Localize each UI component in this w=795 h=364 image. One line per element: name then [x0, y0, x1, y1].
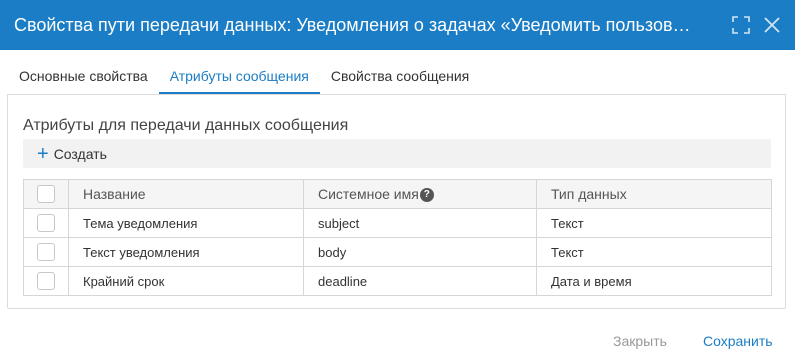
- create-label: Создать: [53, 146, 107, 162]
- column-header-type[interactable]: Тип данных: [536, 179, 772, 209]
- attributes-panel: Атрибуты для передачи данных сообщения +…: [7, 94, 786, 309]
- cell-system-name: subject: [303, 208, 537, 238]
- help-icon[interactable]: ?: [419, 188, 434, 203]
- column-header-system-name[interactable]: Системное имя?: [303, 179, 537, 209]
- tab-main-properties[interactable]: Основные свойства: [8, 62, 159, 94]
- create-button[interactable]: + Создать: [37, 144, 107, 164]
- window-controls: [730, 14, 783, 36]
- row-checkbox-cell: [23, 237, 69, 267]
- close-button[interactable]: Закрыть: [613, 333, 667, 349]
- tab-message-attributes[interactable]: Атрибуты сообщения: [158, 62, 320, 94]
- save-button[interactable]: Сохранить: [703, 333, 773, 349]
- select-all-cell: [23, 179, 69, 209]
- cell-name: Крайний срок: [68, 266, 304, 296]
- cell-type: Текст: [536, 237, 772, 267]
- cell-name: Тема уведомления: [68, 208, 304, 238]
- row-checkbox[interactable]: [37, 214, 55, 232]
- section-title: Атрибуты для передачи данных сообщения: [23, 117, 349, 134]
- table-row[interactable]: Тема уведомления subject Текст: [23, 208, 772, 238]
- row-checkbox[interactable]: [37, 272, 55, 290]
- tab-message-properties[interactable]: Свойства сообщения: [320, 62, 480, 94]
- column-header-system-name-label: Системное имя: [318, 185, 419, 202]
- tab-bar: Основные свойства Атрибуты сообщения Сво…: [8, 62, 787, 94]
- attributes-table: Название Системное имя? Тип данных Тема …: [23, 179, 772, 296]
- expand-icon[interactable]: [730, 14, 752, 36]
- dialog-title: Свойства пути передачи данных: Уведомлен…: [14, 15, 691, 35]
- table-header-row: Название Системное имя? Тип данных: [23, 179, 772, 209]
- cell-type: Текст: [536, 208, 772, 238]
- cell-type: Дата и время: [536, 266, 772, 296]
- column-header-name[interactable]: Название: [68, 179, 304, 209]
- row-checkbox-cell: [23, 208, 69, 238]
- select-all-checkbox[interactable]: [37, 185, 55, 204]
- row-checkbox[interactable]: [37, 243, 55, 261]
- plus-icon: +: [37, 143, 49, 165]
- dialog-title-bar: Свойства пути передачи данных: Уведомлен…: [0, 0, 795, 50]
- table-row[interactable]: Крайний срок deadline Дата и время: [23, 266, 772, 296]
- close-icon[interactable]: [761, 14, 783, 36]
- table-row[interactable]: Текст уведомления body Текст: [23, 237, 772, 267]
- row-checkbox-cell: [23, 266, 69, 296]
- cell-name: Текст уведомления: [68, 237, 304, 267]
- cell-system-name: body: [303, 237, 537, 267]
- toolbar: + Создать: [23, 139, 771, 168]
- cell-system-name: deadline: [303, 266, 537, 296]
